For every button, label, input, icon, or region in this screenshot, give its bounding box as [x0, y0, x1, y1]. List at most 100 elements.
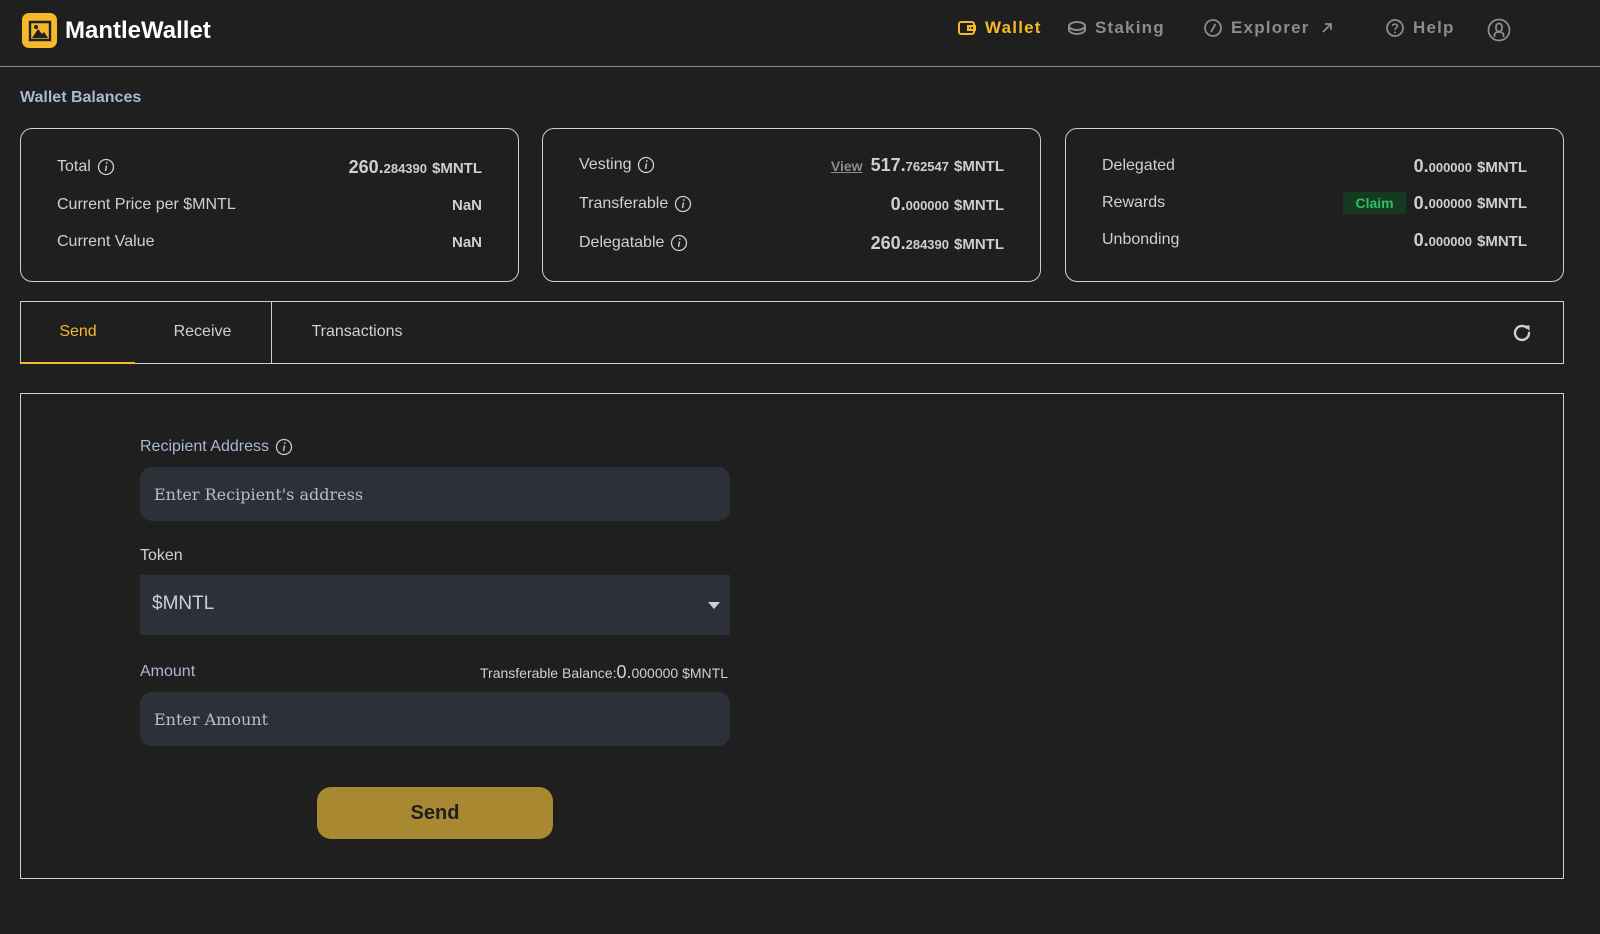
delegated-label: Delegated: [1102, 157, 1175, 174]
token-select[interactable]: $MNTL: [140, 575, 730, 635]
vesting-label-wrap: Vesting: [579, 156, 655, 174]
amount-label: Amount: [140, 663, 196, 680]
compass-icon: [1204, 19, 1222, 37]
unbonding-row: Unbonding 0. 000000 $MNTL: [1102, 228, 1527, 252]
delegatable-dec: 284390: [905, 236, 949, 252]
send-button[interactable]: Send: [317, 787, 553, 839]
total-value: 260. 284390 $MNTL: [349, 157, 482, 178]
transferable-label-wrap: Transferable: [579, 195, 692, 213]
account-icon: [1487, 18, 1511, 42]
balance-card-total: Total 260. 284390 $MNTL Current Price per …: [20, 128, 519, 282]
info-icon[interactable]: [275, 438, 293, 456]
send-form: Recipient Address Token $MNTL Amount Tra…: [20, 393, 1564, 879]
amount-input[interactable]: [140, 692, 730, 746]
info-icon[interactable]: [97, 158, 115, 176]
tab-transactions[interactable]: Transactions: [272, 302, 442, 364]
total-unit: $MNTL: [432, 159, 482, 177]
transferable-label: Transferable: [579, 195, 669, 212]
delegatable-int: 260.: [870, 232, 906, 253]
vesting-dec: 762547: [905, 158, 949, 174]
nav-wallet[interactable]: Wallet: [957, 18, 1042, 38]
nav-help[interactable]: Help: [1385, 18, 1455, 38]
vesting-int: 517.: [870, 154, 906, 175]
vesting-label: Vesting: [579, 156, 632, 173]
app-name: MantleWallet: [65, 16, 211, 44]
recipient-label: Recipient Address: [140, 438, 269, 455]
rewards-dec: 000000: [1428, 195, 1472, 211]
wallet-icon: [958, 21, 976, 35]
price-row: Current Price per $MNTL NaN: [57, 193, 482, 217]
delegatable-label-wrap: Delegatable: [579, 234, 688, 252]
tab-bar: Send Receive Transactions: [20, 301, 1564, 364]
delegated-row: Delegated 0. 000000 $MNTL: [1102, 154, 1527, 178]
delegatable-unit: $MNTL: [954, 235, 1004, 253]
token-label: Token: [140, 547, 183, 564]
info-icon[interactable]: [674, 195, 692, 213]
total-label-wrap: Total: [57, 158, 115, 176]
mantle-logo-icon: [22, 13, 57, 48]
unbonding-unit: $MNTL: [1477, 232, 1527, 250]
balance-card-delegated: Delegated 0. 000000 $MNTL Rewards Claim 0.…: [1065, 128, 1564, 282]
nav-explorer-label: Explorer: [1231, 18, 1310, 37]
rewards-row: Rewards Claim 0. 000000 $MNTL: [1102, 191, 1527, 215]
external-link-icon: [1321, 23, 1332, 33]
delegated-int: 0.: [1413, 155, 1429, 176]
refresh-icon[interactable]: [1511, 322, 1533, 349]
transferable-int: 0.: [890, 193, 906, 214]
delegatable-row: Delegatable 260. 284390 $MNTL: [579, 231, 1004, 255]
unbonding-label: Unbonding: [1102, 231, 1180, 248]
tab-send[interactable]: Send: [21, 302, 135, 364]
claim-button[interactable]: Claim: [1343, 192, 1406, 214]
nav-explorer[interactable]: Explorer: [1203, 18, 1334, 38]
transferable-balance-hint: Transferable Balance:0.000000 $MNTL: [480, 662, 728, 683]
info-icon[interactable]: [637, 156, 655, 174]
total-int: 260.: [348, 156, 384, 177]
section-title: Wallet Balances: [20, 89, 142, 106]
unbonding-int: 0.: [1413, 229, 1429, 250]
recipient-label-wrap: Recipient Address: [140, 438, 293, 456]
logo[interactable]: MantleWallet: [22, 13, 211, 48]
rewards-label: Rewards: [1102, 194, 1166, 211]
nav-help-label: Help: [1413, 18, 1455, 37]
question-circle-icon: [1386, 19, 1404, 37]
price-value: NaN: [451, 196, 482, 214]
nav-wallet-label: Wallet: [985, 18, 1042, 37]
delegated-dec: 000000: [1428, 159, 1472, 175]
current-value-label: Current Value: [57, 233, 155, 250]
account-button[interactable]: [1487, 18, 1519, 42]
coins-icon: [1068, 21, 1086, 36]
unbonding-dec: 000000: [1428, 233, 1472, 249]
total-dec: 284390: [383, 160, 427, 176]
recipient-address-input[interactable]: [140, 467, 730, 521]
balance-card-vesting: Vesting View 517. 762547 $MNTL Transferabl…: [542, 128, 1041, 282]
balance-hint-dec: 000000: [631, 665, 679, 681]
balance-hint-unit: $MNTL: [682, 665, 728, 681]
delegatable-label: Delegatable: [579, 234, 665, 251]
info-icon[interactable]: [670, 234, 688, 252]
tab-receive[interactable]: Receive: [135, 302, 270, 364]
balance-hint-prefix: Transferable Balance:: [480, 665, 617, 681]
delegated-unit: $MNTL: [1477, 158, 1527, 176]
delegated-value: 0. 000000 $MNTL: [1414, 156, 1527, 177]
delegatable-value: 260. 284390 $MNTL: [871, 233, 1004, 254]
caret-down-icon: [708, 602, 720, 609]
price-label: Current Price per $MNTL: [57, 196, 236, 213]
total-row: Total 260. 284390 $MNTL: [57, 155, 482, 179]
vesting-view-link[interactable]: View: [831, 158, 863, 174]
transferable-unit: $MNTL: [954, 196, 1004, 214]
nav-staking[interactable]: Staking: [1067, 18, 1165, 38]
transferable-value: 0. 000000 $MNTL: [891, 194, 1004, 215]
rewards-unit: $MNTL: [1477, 194, 1527, 212]
nav-staking-label: Staking: [1095, 18, 1165, 37]
top-bar: MantleWallet Wallet Staking Explorer Hel…: [0, 0, 1600, 67]
rewards-value: Claim 0. 000000 $MNTL: [1343, 192, 1527, 214]
unbonding-value: 0. 000000 $MNTL: [1414, 230, 1527, 251]
vesting-row: Vesting View 517. 762547 $MNTL: [579, 153, 1004, 177]
current-value-row: Current Value NaN: [57, 230, 482, 254]
transferable-row: Transferable 0. 000000 $MNTL: [579, 192, 1004, 216]
current-value-value: NaN: [451, 233, 482, 251]
rewards-int: 0.: [1413, 192, 1429, 213]
vesting-value: View 517. 762547 $MNTL: [831, 155, 1004, 176]
transferable-dec: 000000: [905, 197, 949, 213]
vesting-unit: $MNTL: [954, 157, 1004, 175]
